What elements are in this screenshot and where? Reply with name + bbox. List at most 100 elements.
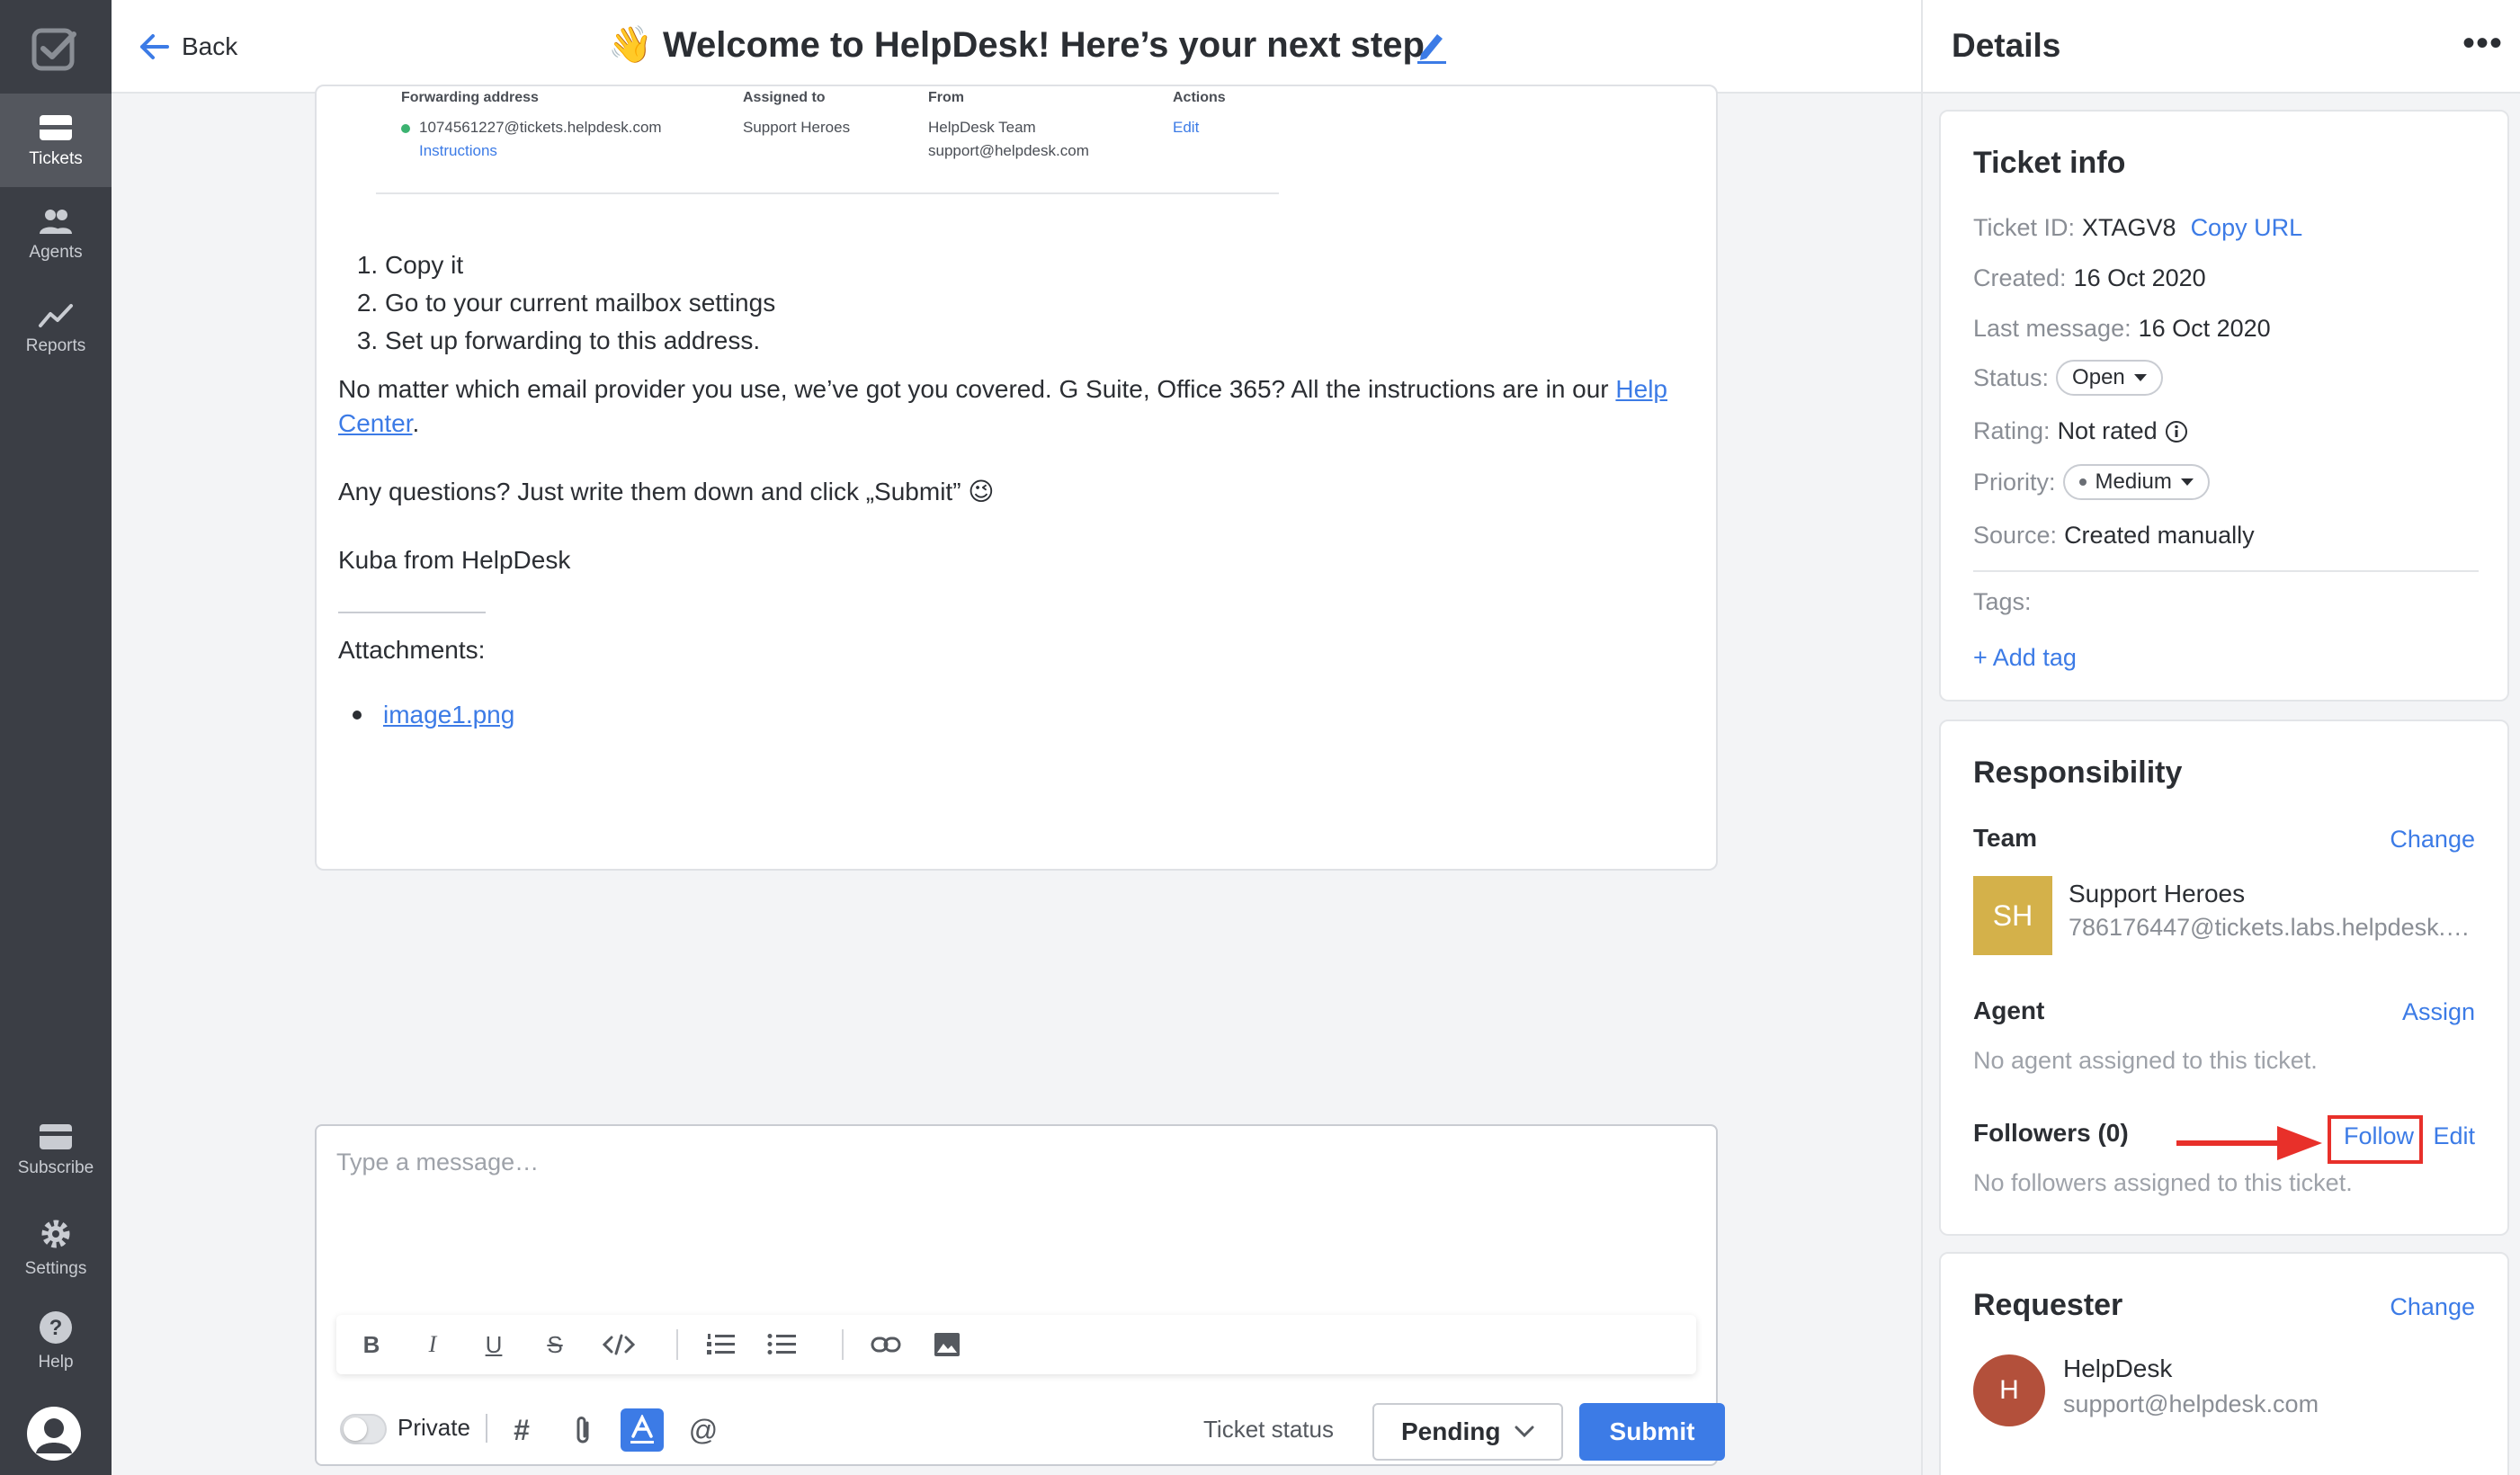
- requester-name: HelpDesk: [2063, 1354, 2173, 1382]
- ticket-id: XTAGV8: [2082, 214, 2176, 241]
- edit-title-button[interactable]: [1416, 29, 1448, 69]
- tags-row: Tags:: [1973, 588, 2032, 616]
- bold-icon[interactable]: B: [356, 1329, 387, 1360]
- change-team-link[interactable]: Change: [2390, 826, 2475, 854]
- underline-icon[interactable]: U: [478, 1329, 509, 1360]
- list-item: Copy it: [385, 246, 775, 284]
- table-header: From: [928, 90, 964, 105]
- sidebar: Tickets Agents Reports Subscribe Setting…: [0, 0, 112, 1475]
- copy-url-link[interactable]: Copy URL: [2191, 214, 2303, 242]
- code-icon[interactable]: [601, 1329, 637, 1360]
- priority-dot: [2078, 478, 2087, 486]
- sidebar-item-reports[interactable]: Reports: [0, 281, 112, 374]
- subscribe-icon: [40, 1124, 72, 1149]
- sidebar-item-label: Reports: [25, 336, 86, 355]
- info-label: Source:: [1973, 522, 2058, 549]
- status-value: Open: [2072, 365, 2125, 389]
- italic-icon[interactable]: I: [417, 1329, 448, 1360]
- info-value: Created manually: [2064, 522, 2255, 549]
- page-title: 👋 Welcome to HelpDesk! Here’s your next …: [608, 25, 1425, 65]
- no-agent-text: No agent assigned to this ticket.: [1973, 1047, 2318, 1074]
- table-cell: HelpDesk Team: [928, 119, 1036, 136]
- paragraph-text: No matter which email provider you use, …: [338, 375, 1616, 403]
- details-header: Details •••: [1923, 0, 2520, 94]
- followers-label: Followers (0): [1973, 1119, 2129, 1147]
- help-center-link[interactable]: Center: [338, 409, 413, 437]
- priority-dropdown[interactable]: Medium: [2062, 464, 2210, 500]
- red-arrow-icon: [2176, 1126, 2322, 1160]
- rating-row: Rating: Not rated: [1973, 417, 2188, 445]
- sidebar-item-subscribe[interactable]: Subscribe: [0, 1103, 112, 1196]
- help-link[interactable]: Help: [1615, 375, 1667, 403]
- user-avatar[interactable]: [27, 1407, 81, 1461]
- info-icon[interactable]: [2165, 420, 2188, 443]
- sidebar-item-settings[interactable]: Settings: [0, 1196, 112, 1290]
- message-input[interactable]: [336, 1144, 1685, 1180]
- ticket-info-card: Ticket info Ticket ID: XTAGV8 Copy URL C…: [1939, 110, 2509, 702]
- hashtag-icon[interactable]: #: [500, 1408, 543, 1452]
- sidebar-item-agents[interactable]: Agents: [0, 187, 112, 281]
- info-label: Priority:: [1973, 468, 2056, 496]
- attachments-label: Attachments:: [338, 636, 486, 664]
- list-item: Go to your current mailbox settings: [385, 284, 775, 322]
- reply-composer: B I U S Private: [315, 1124, 1725, 1466]
- ticket-conversation: Forwarding address Assigned to From Acti…: [112, 85, 1921, 1475]
- card-title: Responsibility: [1973, 755, 2183, 790]
- info-label: Ticket ID:: [1973, 214, 2076, 241]
- ticket-id-row: Ticket ID: XTAGV8 Copy URL: [1973, 214, 2302, 242]
- forwarding-table-image: Forwarding address Assigned to From Acti…: [376, 86, 1279, 194]
- card-title: Requester: [1973, 1288, 2123, 1322]
- requester-email: support@helpdesk.com: [2063, 1390, 2319, 1417]
- ticket-status-select[interactable]: Pending: [1372, 1403, 1563, 1461]
- priority-value: Medium: [2095, 469, 2172, 494]
- private-label: Private: [398, 1414, 470, 1441]
- sidebar-item-tickets[interactable]: Tickets: [0, 94, 112, 187]
- sidebar-item-help[interactable]: ? Help: [0, 1290, 112, 1383]
- caret-down-icon: [2133, 374, 2147, 381]
- mention-icon[interactable]: @: [682, 1408, 725, 1452]
- status-row: Status: Open: [1973, 360, 2163, 396]
- caret-down-icon: [2180, 478, 2194, 486]
- helpdesk-logo-icon[interactable]: [31, 25, 79, 74]
- submit-button[interactable]: Submit: [1579, 1403, 1725, 1461]
- change-requester-link[interactable]: Change: [2390, 1293, 2475, 1321]
- toggle-knob: [344, 1417, 367, 1441]
- info-value: Not rated: [2057, 417, 2158, 444]
- edit-followers-link[interactable]: Edit: [2433, 1122, 2475, 1150]
- status-dropdown[interactable]: Open: [2056, 360, 2163, 396]
- link-icon[interactable]: [871, 1329, 901, 1360]
- attachment-link[interactable]: image1.png: [383, 698, 514, 732]
- table-header: Forwarding address: [401, 90, 539, 105]
- text-format-icon[interactable]: [621, 1408, 664, 1452]
- paperclip-icon[interactable]: [561, 1408, 604, 1452]
- svg-text:?: ?: [49, 1316, 63, 1340]
- add-tag-link[interactable]: + Add tag: [1973, 644, 2077, 672]
- list-item: Set up forwarding to this address.: [385, 322, 775, 360]
- sidebar-item-label: Agents: [29, 243, 83, 262]
- bulleted-list-icon[interactable]: [766, 1329, 797, 1360]
- card-title: Ticket info: [1973, 146, 2126, 180]
- steps-list: Copy it Go to your current mailbox setti…: [349, 246, 775, 360]
- table-header: Assigned to: [743, 90, 826, 105]
- ticket-header: Back 👋 Welcome to HelpDesk! Here’s your …: [112, 0, 1921, 94]
- assign-agent-link[interactable]: Assign: [2402, 998, 2475, 1026]
- details-title: Details: [1952, 27, 2061, 64]
- message-card: Forwarding address Assigned to From Acti…: [315, 85, 1718, 871]
- strikethrough-icon[interactable]: S: [540, 1329, 570, 1360]
- image-icon[interactable]: [932, 1329, 962, 1360]
- team-label: Team: [1973, 824, 2038, 852]
- private-toggle[interactable]: [340, 1414, 387, 1444]
- message-paragraph: No matter which email provider you use, …: [338, 372, 1687, 441]
- follow-link[interactable]: Follow: [2344, 1122, 2414, 1150]
- reports-icon: [39, 304, 73, 327]
- bullet: [353, 711, 362, 720]
- more-options-icon[interactable]: •••: [2462, 23, 2503, 64]
- sidebar-item-label: Subscribe: [17, 1158, 94, 1177]
- status-value: Pending: [1401, 1417, 1501, 1445]
- agent-label: Agent: [1973, 997, 2045, 1024]
- paragraph-end: .: [412, 409, 420, 437]
- table-action: Edit: [1173, 119, 1200, 136]
- numbered-list-icon[interactable]: [705, 1329, 736, 1360]
- help-icon: ?: [40, 1311, 72, 1344]
- table-cell: support@helpdesk.com: [928, 142, 1089, 159]
